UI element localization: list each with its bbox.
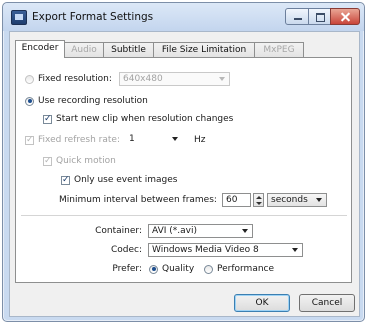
min-interval-input[interactable]: 60 — [222, 193, 251, 207]
window-title: Export Format Settings — [32, 11, 154, 23]
minimize-button[interactable] — [285, 8, 309, 25]
quick-motion-label: Quick motion — [56, 156, 116, 166]
tab-mxpeg: MxPEG — [254, 42, 304, 57]
container-label: Container: — [95, 226, 142, 236]
refresh-rate-unit: Hz — [194, 135, 206, 145]
fixed-refresh-rate-option[interactable]: Fixed refresh rate: — [25, 135, 120, 146]
fixed-refresh-rate-label: Fixed refresh rate: — [38, 135, 120, 145]
quick-motion-option[interactable]: Quick motion — [43, 156, 116, 167]
only-event-images-option[interactable]: Only use event images — [61, 175, 177, 186]
divider — [21, 215, 347, 216]
chevron-down-icon — [242, 229, 248, 233]
prefer-performance-radio[interactable] — [204, 264, 213, 274]
quick-motion-checkbox[interactable] — [43, 156, 52, 166]
prefer-performance-option[interactable]: Performance — [204, 264, 274, 275]
fixed-resolution-value: 640x480 — [123, 74, 163, 84]
prefer-quality-label: Quality — [162, 264, 195, 274]
maximize-button[interactable] — [308, 8, 331, 25]
prefer-label: Prefer: — [112, 264, 142, 274]
codec-dropdown[interactable]: Windows Media Video 8 — [148, 243, 303, 257]
tab-subtitle[interactable]: Subtitle — [103, 42, 154, 57]
refresh-rate-dropdown[interactable]: 1 — [126, 133, 180, 147]
start-new-clip-label: Start new clip when resolution changes — [56, 114, 234, 124]
fixed-resolution-radio[interactable] — [25, 74, 34, 84]
encoder-panel: Fixed resolution: 640x480 Use recording … — [15, 57, 352, 283]
fixed-refresh-rate-checkbox[interactable] — [25, 135, 34, 145]
use-recording-resolution-option[interactable]: Use recording resolution — [25, 96, 148, 107]
chevron-down-icon — [219, 77, 225, 81]
chevron-down-icon — [292, 248, 298, 252]
chevron-down-icon — [316, 198, 322, 202]
app-icon — [11, 10, 27, 25]
use-recording-resolution-radio[interactable] — [25, 96, 34, 106]
interval-unit-value: seconds — [271, 195, 308, 205]
use-recording-resolution-label: Use recording resolution — [38, 96, 148, 106]
ok-button[interactable]: OK — [234, 294, 290, 312]
close-button[interactable] — [330, 8, 360, 25]
export-format-settings-window: Export Format Settings Encoder Audio Sub… — [2, 2, 365, 322]
prefer-performance-label: Performance — [217, 264, 275, 274]
refresh-rate-value: 1 — [129, 134, 135, 144]
start-new-clip-option[interactable]: Start new clip when resolution changes — [43, 114, 233, 125]
container-value: AVI (*.avi) — [152, 226, 197, 236]
min-interval-spinner[interactable] — [253, 193, 264, 207]
only-event-images-label: Only use event images — [74, 175, 178, 185]
prefer-quality-radio[interactable] — [149, 264, 158, 274]
fixed-resolution-dropdown[interactable]: 640x480 — [119, 72, 230, 86]
dialog-body: Encoder Audio Subtitle File Size Limitat… — [9, 31, 360, 317]
start-new-clip-checkbox[interactable] — [43, 114, 52, 124]
min-interval-label: Minimum interval between frames: — [59, 195, 217, 205]
prefer-quality-option[interactable]: Quality — [149, 264, 194, 275]
cancel-button[interactable]: Cancel — [299, 294, 355, 312]
only-event-images-checkbox[interactable] — [61, 175, 70, 185]
tab-file-size-limitation[interactable]: File Size Limitation — [153, 42, 255, 57]
fixed-resolution-label: Fixed resolution: — [38, 74, 112, 84]
fixed-resolution-option[interactable]: Fixed resolution: — [25, 74, 112, 85]
codec-value: Windows Media Video 8 — [152, 245, 259, 255]
interval-unit-dropdown[interactable]: seconds — [267, 193, 327, 207]
tab-encoder[interactable]: Encoder — [15, 40, 65, 58]
title-bar[interactable]: Export Format Settings — [3, 3, 364, 31]
container-dropdown[interactable]: AVI (*.avi) — [148, 224, 253, 238]
chevron-down-icon — [172, 137, 178, 141]
codec-label: Codec: — [110, 245, 142, 255]
tab-audio: Audio — [64, 42, 104, 57]
